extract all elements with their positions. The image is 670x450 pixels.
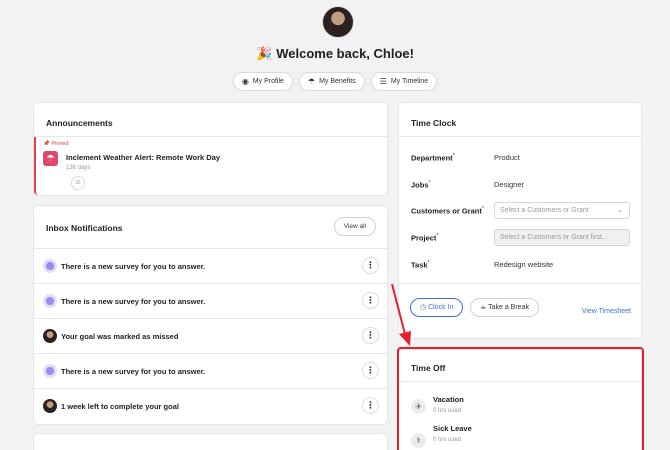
- announcement-title[interactable]: Inclement Weather Alert: Remote Work Day: [66, 153, 220, 162]
- umbrella-icon: ☂: [43, 151, 58, 166]
- more-options-icon[interactable]: ⋮: [362, 327, 379, 344]
- next-card: [34, 434, 387, 450]
- chevron-down-icon: ⌄: [617, 207, 623, 214]
- view-timesheet-link[interactable]: View Timesheet: [582, 308, 631, 315]
- announcements-title: Announcements: [46, 118, 113, 128]
- pinned-label: 📌 Pinned: [43, 141, 69, 147]
- project-label: Project*: [411, 233, 439, 243]
- user-circle-icon: ◉: [241, 77, 249, 86]
- my-profile-button[interactable]: ◉ My Profile: [232, 72, 293, 91]
- list-item[interactable]: There is a new survey for you to answer.…: [34, 248, 387, 283]
- inbox-notifications-card: Inbox Notifications View all There is a …: [34, 206, 387, 424]
- task-label: Task*: [411, 260, 430, 270]
- customers-select[interactable]: Select a Customers or Grant ⌄: [494, 202, 630, 219]
- clock-icon: ◷: [420, 304, 427, 311]
- avatar-icon: [43, 399, 57, 413]
- list-item[interactable]: Your goal was marked as missed ⋮: [34, 318, 387, 353]
- my-benefits-button[interactable]: ☂ My Benefits: [298, 72, 365, 91]
- welcome-heading: 🎉 Welcome back, Chloe!: [256, 46, 414, 61]
- customers-label: Customers or Grant*: [411, 206, 484, 216]
- inbox-title: Inbox Notifications: [46, 223, 123, 233]
- department-value: Product: [494, 153, 520, 162]
- umbrella-icon: ☂: [307, 77, 316, 86]
- announcements-card: Announcements 📌 Pinned ☂ Inclement Weath…: [34, 103, 387, 195]
- more-options-icon[interactable]: ⋮: [362, 362, 379, 379]
- annotation-arrow-icon: [391, 283, 411, 346]
- jobs-label: Jobs*: [411, 180, 431, 190]
- highlight-box: [397, 347, 644, 450]
- survey-icon: [43, 294, 57, 308]
- view-all-button[interactable]: View all: [333, 217, 376, 236]
- more-options-icon[interactable]: ⋮: [362, 397, 379, 414]
- announcement-age: 136 days: [66, 165, 91, 171]
- project-select[interactable]: Select a Customers or Grant first...: [494, 229, 630, 246]
- time-clock-title: Time Clock: [411, 118, 457, 128]
- time-clock-card: Time Clock Department* Product Jobs* Des…: [399, 103, 641, 338]
- list-icon: ☰: [379, 77, 387, 86]
- more-options-icon[interactable]: ⋮: [362, 292, 379, 309]
- divider: [399, 283, 641, 284]
- list-item[interactable]: 1 week left to complete your goal ⋮: [34, 388, 387, 423]
- department-label: Department*: [411, 153, 455, 163]
- list-item[interactable]: There is a new survey for you to answer.…: [34, 283, 387, 318]
- list-item[interactable]: There is a new survey for you to answer.…: [34, 353, 387, 388]
- coffee-icon: ☕: [480, 304, 487, 311]
- announcement-item[interactable]: 📌 Pinned ☂ Inclement Weather Alert: Remo…: [34, 137, 387, 195]
- take-a-break-button[interactable]: ☕ Take a Break: [470, 298, 539, 317]
- my-timeline-button[interactable]: ☰ My Timeline: [370, 72, 438, 91]
- divider: [399, 136, 641, 137]
- jobs-value: Designer: [494, 180, 525, 189]
- quick-nav: ◉ My Profile ☂ My Benefits ☰ My Timeline: [0, 72, 670, 91]
- add-reaction-icon[interactable]: ☺: [71, 176, 85, 190]
- survey-icon: [43, 364, 57, 378]
- party-popper-icon: 🎉: [256, 46, 273, 61]
- survey-icon: [43, 259, 57, 273]
- user-avatar[interactable]: [322, 6, 354, 38]
- avatar-icon: [43, 329, 57, 343]
- task-value: Redesign website: [494, 260, 554, 269]
- more-options-icon[interactable]: ⋮: [362, 257, 379, 274]
